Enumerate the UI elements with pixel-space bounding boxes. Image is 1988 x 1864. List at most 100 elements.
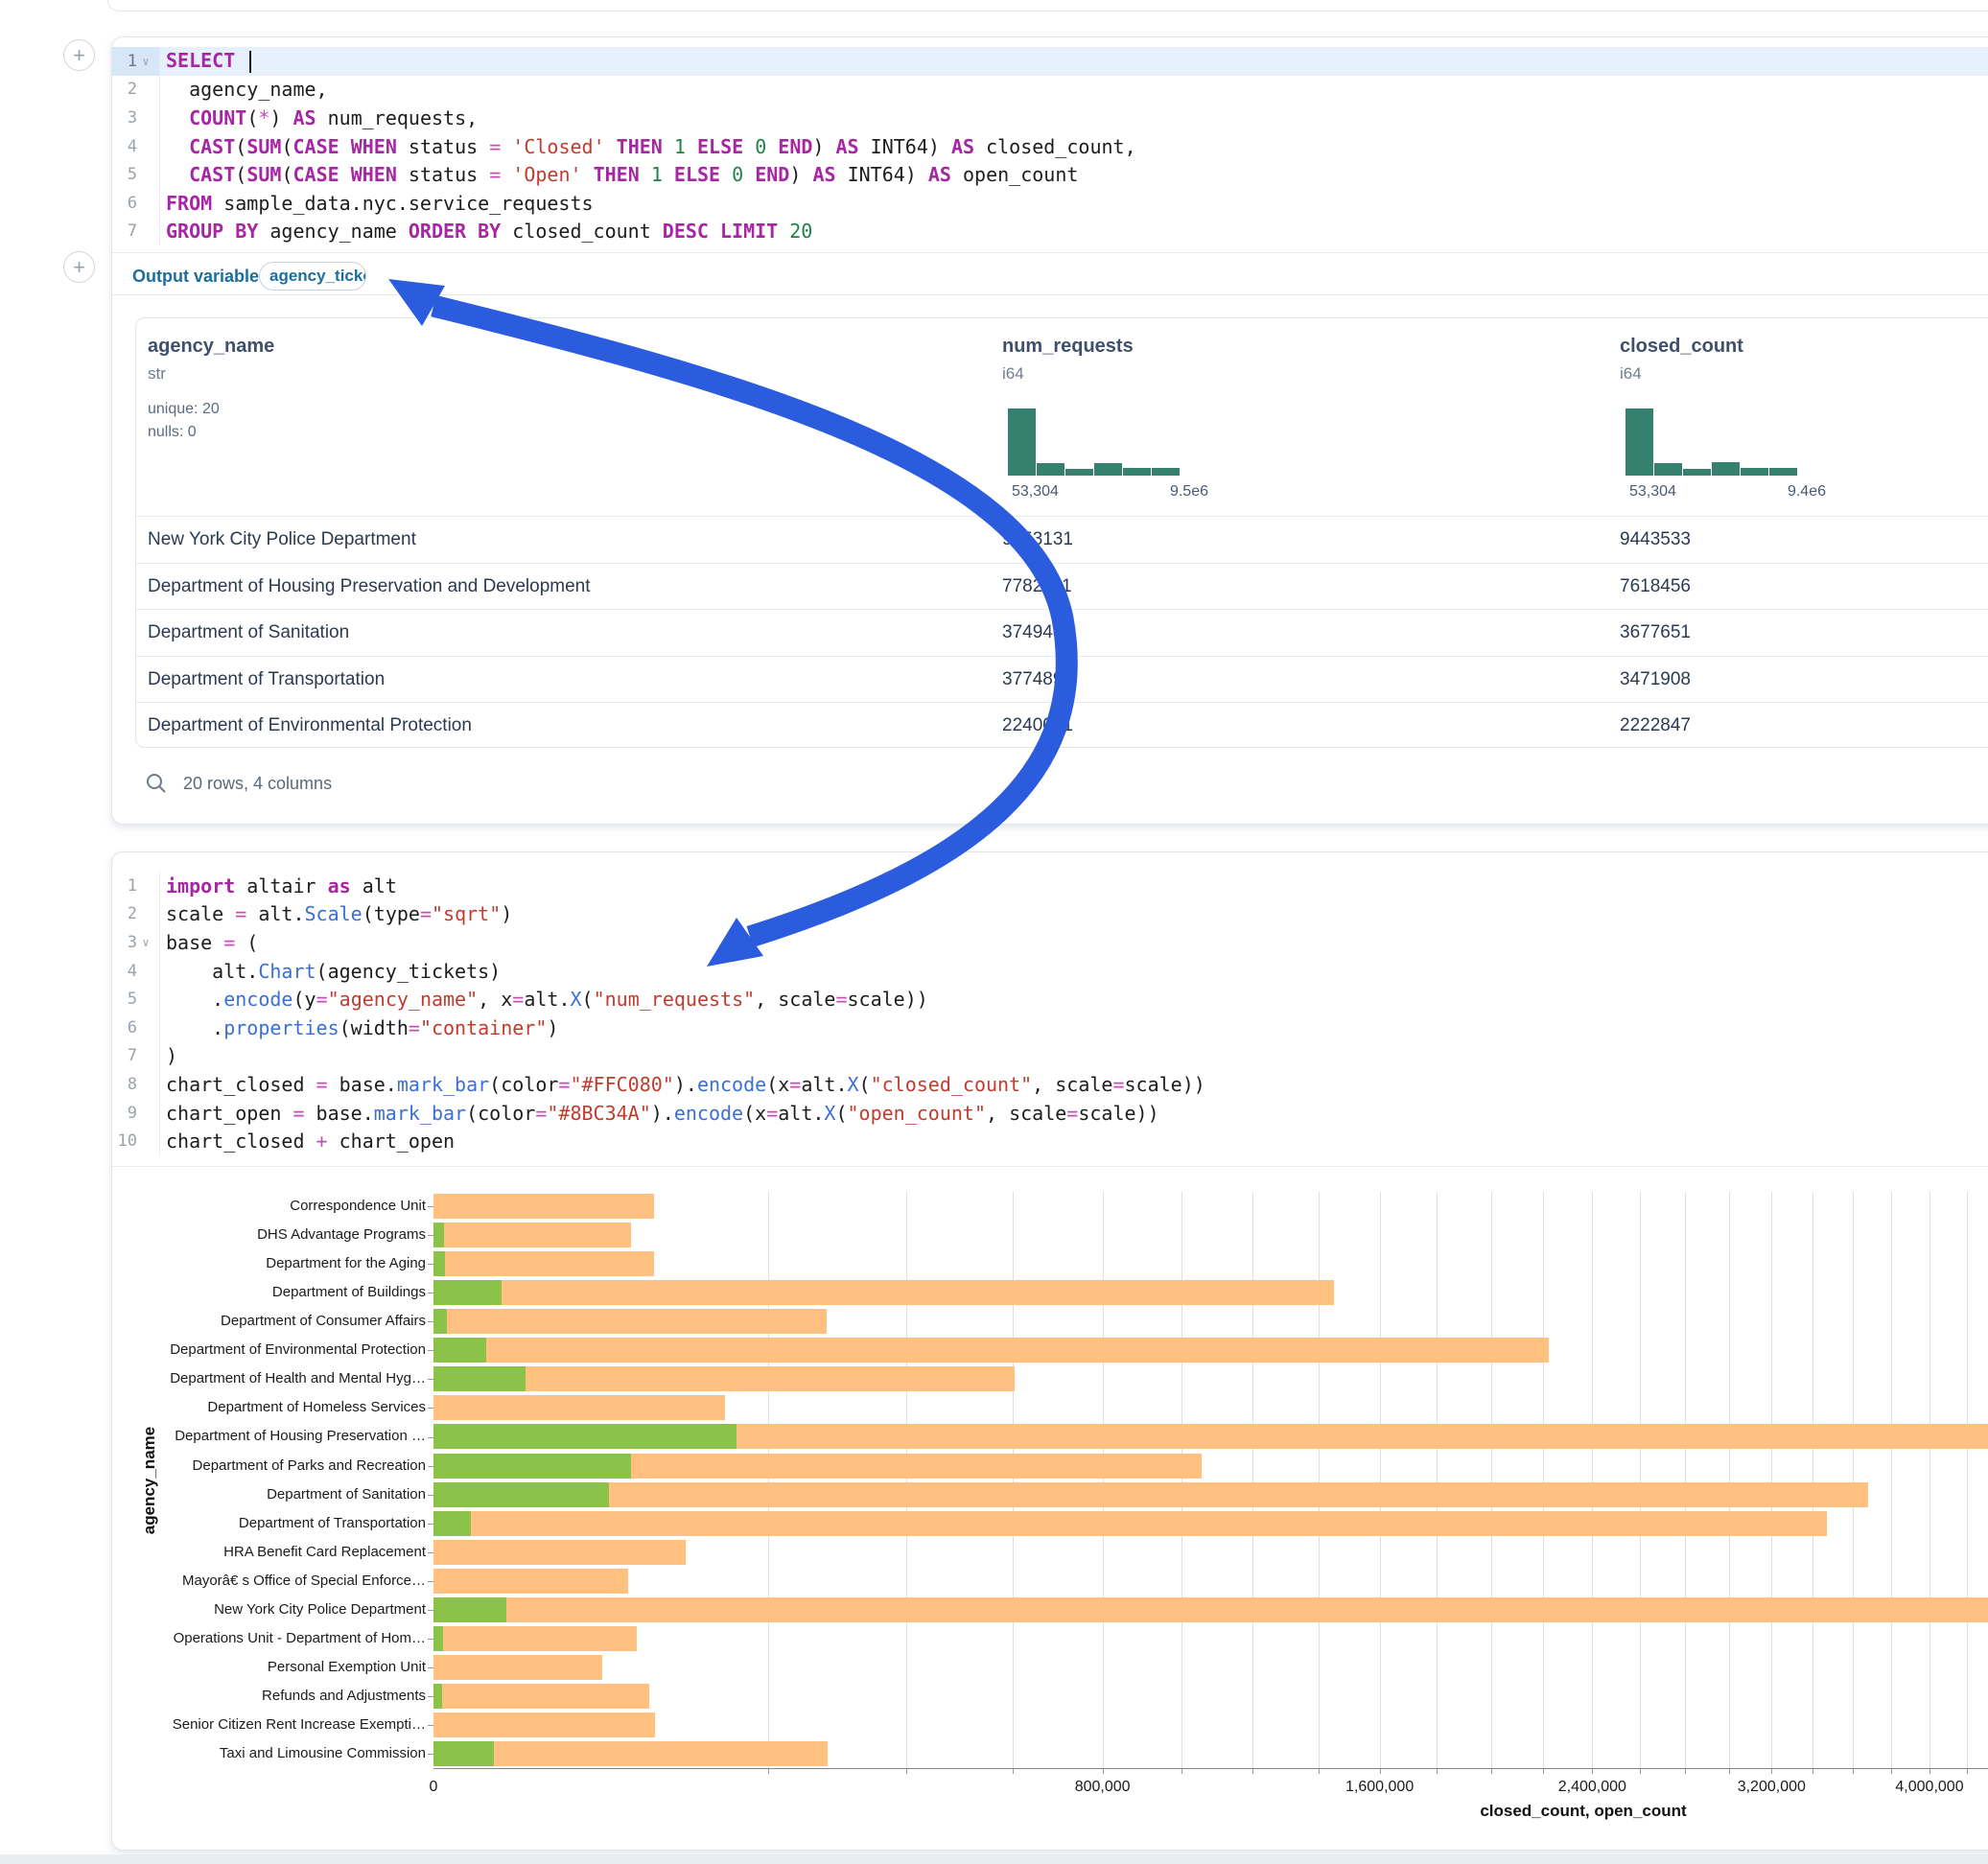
sql-line[interactable]: 4 CAST(SUM(CASE WHEN status = 'Closed' T… bbox=[112, 132, 1988, 161]
column-histogram[interactable] bbox=[1008, 408, 1180, 476]
closed_count-bar[interactable] bbox=[433, 1280, 1334, 1305]
sql-line[interactable]: 2 agency_name, bbox=[112, 76, 1988, 105]
x-axis-tick-label: 2,400,000 bbox=[1534, 1779, 1649, 1796]
open_count-bar[interactable] bbox=[433, 1309, 447, 1334]
gridline bbox=[1853, 1192, 1854, 1768]
table-cell: 3471908 bbox=[1620, 657, 1691, 704]
sql-line[interactable]: 7GROUP BY agency_name ORDER BY closed_co… bbox=[112, 218, 1988, 246]
closed_count-bar[interactable] bbox=[433, 1395, 725, 1420]
y-axis-category-label: Correspondence Unit bbox=[111, 1192, 426, 1221]
closed_count-bar[interactable] bbox=[433, 1540, 686, 1565]
open_count-bar[interactable] bbox=[433, 1454, 631, 1479]
column-header[interactable]: num_requests bbox=[1002, 336, 1134, 358]
gridline bbox=[1491, 1192, 1492, 1768]
table-cell: Department of Environmental Protection bbox=[148, 703, 472, 748]
y-axis-category-label: Department for the Aging bbox=[111, 1249, 426, 1278]
open_count-bar[interactable] bbox=[433, 1251, 445, 1276]
open_count-bar[interactable] bbox=[433, 1741, 494, 1766]
closed_count-bar[interactable] bbox=[433, 1511, 1827, 1536]
line-number-gutter: 4 bbox=[112, 132, 160, 161]
open_count-bar[interactable] bbox=[433, 1511, 471, 1536]
closed_count-bar[interactable] bbox=[433, 1713, 655, 1737]
closed_count-bar[interactable] bbox=[433, 1251, 654, 1276]
search-icon[interactable] bbox=[145, 772, 168, 800]
page-bottom-strip bbox=[0, 1854, 1988, 1864]
output-variable-chip[interactable]: agency_tickets bbox=[259, 262, 366, 291]
sql-line[interactable]: 6FROM sample_data.nyc.service_requests bbox=[112, 189, 1988, 218]
open_count-bar[interactable] bbox=[433, 1223, 444, 1247]
column-histogram[interactable] bbox=[1625, 408, 1797, 476]
output-variable-value: agency_tickets bbox=[269, 267, 366, 285]
sql-line[interactable]: 5 CAST(SUM(CASE WHEN status = 'Open' THE… bbox=[112, 160, 1988, 189]
line-number-gutter: 6 bbox=[112, 189, 160, 218]
table-cell: 2240041 bbox=[1002, 703, 1073, 748]
open_count-bar[interactable] bbox=[433, 1338, 486, 1363]
x-axis-tick-label: 4,000,000 bbox=[1872, 1779, 1987, 1796]
table-row[interactable]: Department of Transportation377489234719… bbox=[136, 656, 1988, 704]
table-cell: 9453131 bbox=[1002, 517, 1073, 564]
open_count-bar[interactable] bbox=[433, 1482, 609, 1507]
gridline bbox=[1319, 1192, 1320, 1768]
gridline bbox=[1437, 1192, 1438, 1768]
closed_count-bar[interactable] bbox=[433, 1309, 827, 1334]
closed_count-bar[interactable] bbox=[433, 1626, 637, 1651]
open_count-bar[interactable] bbox=[433, 1280, 502, 1305]
output-variable-label: Output variable: bbox=[132, 262, 265, 291]
y-axis-title: agency_name bbox=[140, 1337, 159, 1624]
open_count-bar[interactable] bbox=[433, 1424, 737, 1449]
closed_count-bar[interactable] bbox=[433, 1655, 602, 1680]
result-table[interactable]: agency_namestr unique: 20 nulls: 0 num_requ… bbox=[135, 317, 1988, 748]
closed_count-bar[interactable] bbox=[433, 1194, 654, 1219]
x-axis-tick-label: 3,200,000 bbox=[1714, 1779, 1829, 1796]
x-axis-line bbox=[433, 1768, 1988, 1769]
closed_count-bar[interactable] bbox=[433, 1223, 631, 1247]
table-cell: 7782211 bbox=[1002, 564, 1072, 611]
line-number-gutter: 1∨ bbox=[112, 47, 160, 76]
column-header[interactable]: agency_name bbox=[148, 336, 274, 358]
open_count-bar[interactable] bbox=[433, 1597, 506, 1622]
sql-line[interactable]: 1∨SELECT bbox=[112, 47, 1988, 76]
gridline bbox=[1252, 1192, 1253, 1768]
column-stats: unique: 20 bbox=[148, 401, 220, 418]
open_count-bar[interactable] bbox=[433, 1366, 526, 1391]
add-cell-button-2[interactable]: + bbox=[63, 251, 95, 283]
table-cell: Department of Sanitation bbox=[148, 610, 349, 657]
x-axis-tick-label: 1,600,000 bbox=[1322, 1779, 1438, 1796]
closed_count-bar[interactable] bbox=[433, 1482, 1868, 1507]
notebook-page: + + 1∨SELECT 2 agency_name,3 COUNT(*) AS… bbox=[0, 0, 1988, 1864]
table-row[interactable]: New York City Police Department945313194… bbox=[136, 516, 1988, 564]
table-row[interactable]: Department of Sanitation37494853677651 bbox=[136, 609, 1988, 657]
y-axis-category-label: Department of Consumer Affairs bbox=[111, 1307, 426, 1336]
column-header[interactable]: closed_count bbox=[1620, 336, 1743, 358]
gridline bbox=[1685, 1192, 1686, 1768]
sql-line[interactable]: 3 COUNT(*) AS num_requests, bbox=[112, 104, 1988, 132]
table-row[interactable]: Department of Housing Preservation and D… bbox=[136, 563, 1988, 611]
gridline bbox=[1380, 1192, 1381, 1768]
gridline bbox=[1640, 1192, 1641, 1768]
table-cell: New York City Police Department bbox=[148, 517, 416, 564]
table-cell: Department of Transportation bbox=[148, 657, 385, 704]
y-axis-category-label: Department of Buildings bbox=[111, 1278, 426, 1307]
column-type: i64 bbox=[1620, 364, 1642, 384]
closed_count-bar[interactable] bbox=[433, 1338, 1549, 1363]
x-axis-tick-label: 800,000 bbox=[1045, 1779, 1160, 1796]
closed_count-bar[interactable] bbox=[433, 1684, 649, 1709]
closed_count-bar[interactable] bbox=[433, 1597, 1988, 1622]
line-number-gutter: 5 bbox=[112, 160, 160, 189]
column-type: str bbox=[148, 364, 166, 384]
table-row[interactable]: Department of Environmental Protection 22… bbox=[136, 702, 1988, 748]
column-stats: nulls: 0 bbox=[148, 424, 197, 441]
closed_count-bar[interactable] bbox=[433, 1569, 628, 1594]
add-cell-button[interactable]: + bbox=[63, 39, 95, 71]
fold-chevron-icon[interactable]: ∨ bbox=[137, 55, 154, 68]
x-axis-title: closed_count, open_count bbox=[1392, 1802, 1775, 1821]
open_count-bar[interactable] bbox=[433, 1626, 443, 1651]
open_count-bar[interactable] bbox=[433, 1684, 442, 1709]
gridline bbox=[1103, 1192, 1104, 1768]
sql-code-editor[interactable]: 1∨SELECT 2 agency_name,3 COUNT(*) AS num… bbox=[112, 47, 1988, 245]
gridline bbox=[1771, 1192, 1772, 1768]
gridline bbox=[1729, 1192, 1730, 1768]
y-axis-category-label: Senior Citizen Rent Increase Exempti… bbox=[111, 1711, 426, 1739]
histogram-min-label: 53,304 bbox=[1012, 483, 1059, 501]
histogram-min-label: 53,304 bbox=[1629, 483, 1676, 501]
